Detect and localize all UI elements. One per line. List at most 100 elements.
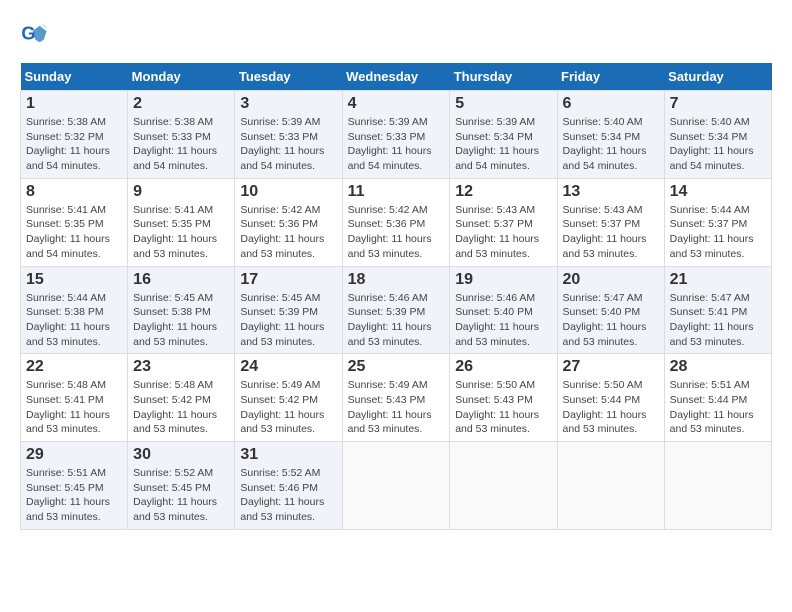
day-info: Sunrise: 5:51 AM Sunset: 5:45 PM Dayligh… bbox=[26, 466, 122, 525]
day-number: 13 bbox=[563, 183, 659, 201]
calendar-cell: 21 Sunrise: 5:47 AM Sunset: 5:41 PM Dayl… bbox=[664, 266, 771, 354]
day-number: 2 bbox=[133, 95, 229, 113]
logo: G bbox=[20, 20, 52, 48]
calendar-header-row: SundayMondayTuesdayWednesdayThursdayFrid… bbox=[21, 63, 772, 91]
col-header-tuesday: Tuesday bbox=[235, 63, 342, 91]
day-info: Sunrise: 5:44 AM Sunset: 5:38 PM Dayligh… bbox=[26, 291, 122, 350]
col-header-wednesday: Wednesday bbox=[342, 63, 450, 91]
day-number: 21 bbox=[670, 271, 766, 289]
day-info: Sunrise: 5:49 AM Sunset: 5:43 PM Dayligh… bbox=[348, 378, 445, 437]
day-number: 4 bbox=[348, 95, 445, 113]
day-info: Sunrise: 5:39 AM Sunset: 5:33 PM Dayligh… bbox=[240, 115, 336, 174]
day-number: 1 bbox=[26, 95, 122, 113]
logo-icon: G bbox=[20, 20, 48, 48]
day-info: Sunrise: 5:42 AM Sunset: 5:36 PM Dayligh… bbox=[240, 203, 336, 262]
day-info: Sunrise: 5:50 AM Sunset: 5:43 PM Dayligh… bbox=[455, 378, 551, 437]
day-number: 18 bbox=[348, 271, 445, 289]
calendar-cell: 20 Sunrise: 5:47 AM Sunset: 5:40 PM Dayl… bbox=[557, 266, 664, 354]
calendar-cell: 12 Sunrise: 5:43 AM Sunset: 5:37 PM Dayl… bbox=[450, 178, 557, 266]
calendar-cell: 24 Sunrise: 5:49 AM Sunset: 5:42 PM Dayl… bbox=[235, 354, 342, 442]
day-number: 29 bbox=[26, 446, 122, 464]
calendar-cell: 25 Sunrise: 5:49 AM Sunset: 5:43 PM Dayl… bbox=[342, 354, 450, 442]
calendar-cell: 19 Sunrise: 5:46 AM Sunset: 5:40 PM Dayl… bbox=[450, 266, 557, 354]
day-info: Sunrise: 5:50 AM Sunset: 5:44 PM Dayligh… bbox=[563, 378, 659, 437]
day-number: 23 bbox=[133, 358, 229, 376]
day-number: 10 bbox=[240, 183, 336, 201]
day-info: Sunrise: 5:45 AM Sunset: 5:39 PM Dayligh… bbox=[240, 291, 336, 350]
day-info: Sunrise: 5:42 AM Sunset: 5:36 PM Dayligh… bbox=[348, 203, 445, 262]
day-number: 22 bbox=[26, 358, 122, 376]
col-header-monday: Monday bbox=[128, 63, 235, 91]
day-number: 27 bbox=[563, 358, 659, 376]
calendar-week-row: 22 Sunrise: 5:48 AM Sunset: 5:41 PM Dayl… bbox=[21, 354, 772, 442]
day-info: Sunrise: 5:52 AM Sunset: 5:45 PM Dayligh… bbox=[133, 466, 229, 525]
day-number: 30 bbox=[133, 446, 229, 464]
calendar-cell bbox=[664, 442, 771, 530]
page-header: G bbox=[20, 20, 772, 48]
day-number: 24 bbox=[240, 358, 336, 376]
calendar-cell: 8 Sunrise: 5:41 AM Sunset: 5:35 PM Dayli… bbox=[21, 178, 128, 266]
day-number: 16 bbox=[133, 271, 229, 289]
day-info: Sunrise: 5:48 AM Sunset: 5:41 PM Dayligh… bbox=[26, 378, 122, 437]
calendar-cell: 3 Sunrise: 5:39 AM Sunset: 5:33 PM Dayli… bbox=[235, 91, 342, 179]
day-number: 19 bbox=[455, 271, 551, 289]
calendar-week-row: 29 Sunrise: 5:51 AM Sunset: 5:45 PM Dayl… bbox=[21, 442, 772, 530]
day-number: 5 bbox=[455, 95, 551, 113]
calendar-cell: 2 Sunrise: 5:38 AM Sunset: 5:33 PM Dayli… bbox=[128, 91, 235, 179]
day-number: 3 bbox=[240, 95, 336, 113]
day-info: Sunrise: 5:44 AM Sunset: 5:37 PM Dayligh… bbox=[670, 203, 766, 262]
calendar-cell: 4 Sunrise: 5:39 AM Sunset: 5:33 PM Dayli… bbox=[342, 91, 450, 179]
day-number: 8 bbox=[26, 183, 122, 201]
calendar-cell: 17 Sunrise: 5:45 AM Sunset: 5:39 PM Dayl… bbox=[235, 266, 342, 354]
calendar-cell: 14 Sunrise: 5:44 AM Sunset: 5:37 PM Dayl… bbox=[664, 178, 771, 266]
day-info: Sunrise: 5:47 AM Sunset: 5:40 PM Dayligh… bbox=[563, 291, 659, 350]
day-info: Sunrise: 5:38 AM Sunset: 5:32 PM Dayligh… bbox=[26, 115, 122, 174]
calendar-week-row: 1 Sunrise: 5:38 AM Sunset: 5:32 PM Dayli… bbox=[21, 91, 772, 179]
calendar-cell: 15 Sunrise: 5:44 AM Sunset: 5:38 PM Dayl… bbox=[21, 266, 128, 354]
day-info: Sunrise: 5:51 AM Sunset: 5:44 PM Dayligh… bbox=[670, 378, 766, 437]
day-info: Sunrise: 5:40 AM Sunset: 5:34 PM Dayligh… bbox=[670, 115, 766, 174]
calendar-cell: 11 Sunrise: 5:42 AM Sunset: 5:36 PM Dayl… bbox=[342, 178, 450, 266]
col-header-friday: Friday bbox=[557, 63, 664, 91]
calendar-cell: 13 Sunrise: 5:43 AM Sunset: 5:37 PM Dayl… bbox=[557, 178, 664, 266]
calendar-cell: 7 Sunrise: 5:40 AM Sunset: 5:34 PM Dayli… bbox=[664, 91, 771, 179]
calendar-cell: 26 Sunrise: 5:50 AM Sunset: 5:43 PM Dayl… bbox=[450, 354, 557, 442]
day-info: Sunrise: 5:40 AM Sunset: 5:34 PM Dayligh… bbox=[563, 115, 659, 174]
calendar-cell: 16 Sunrise: 5:45 AM Sunset: 5:38 PM Dayl… bbox=[128, 266, 235, 354]
day-info: Sunrise: 5:48 AM Sunset: 5:42 PM Dayligh… bbox=[133, 378, 229, 437]
calendar-cell: 6 Sunrise: 5:40 AM Sunset: 5:34 PM Dayli… bbox=[557, 91, 664, 179]
day-number: 25 bbox=[348, 358, 445, 376]
day-number: 26 bbox=[455, 358, 551, 376]
day-number: 9 bbox=[133, 183, 229, 201]
day-number: 20 bbox=[563, 271, 659, 289]
day-info: Sunrise: 5:46 AM Sunset: 5:39 PM Dayligh… bbox=[348, 291, 445, 350]
day-info: Sunrise: 5:41 AM Sunset: 5:35 PM Dayligh… bbox=[133, 203, 229, 262]
calendar-week-row: 8 Sunrise: 5:41 AM Sunset: 5:35 PM Dayli… bbox=[21, 178, 772, 266]
calendar-table: SundayMondayTuesdayWednesdayThursdayFrid… bbox=[20, 63, 772, 530]
calendar-cell bbox=[557, 442, 664, 530]
day-number: 14 bbox=[670, 183, 766, 201]
day-number: 28 bbox=[670, 358, 766, 376]
day-number: 12 bbox=[455, 183, 551, 201]
calendar-cell: 23 Sunrise: 5:48 AM Sunset: 5:42 PM Dayl… bbox=[128, 354, 235, 442]
day-info: Sunrise: 5:46 AM Sunset: 5:40 PM Dayligh… bbox=[455, 291, 551, 350]
day-info: Sunrise: 5:43 AM Sunset: 5:37 PM Dayligh… bbox=[563, 203, 659, 262]
day-number: 6 bbox=[563, 95, 659, 113]
calendar-cell: 29 Sunrise: 5:51 AM Sunset: 5:45 PM Dayl… bbox=[21, 442, 128, 530]
calendar-cell: 28 Sunrise: 5:51 AM Sunset: 5:44 PM Dayl… bbox=[664, 354, 771, 442]
day-number: 11 bbox=[348, 183, 445, 201]
day-number: 17 bbox=[240, 271, 336, 289]
col-header-thursday: Thursday bbox=[450, 63, 557, 91]
day-info: Sunrise: 5:39 AM Sunset: 5:33 PM Dayligh… bbox=[348, 115, 445, 174]
calendar-cell: 18 Sunrise: 5:46 AM Sunset: 5:39 PM Dayl… bbox=[342, 266, 450, 354]
day-info: Sunrise: 5:41 AM Sunset: 5:35 PM Dayligh… bbox=[26, 203, 122, 262]
col-header-saturday: Saturday bbox=[664, 63, 771, 91]
calendar-cell bbox=[342, 442, 450, 530]
calendar-week-row: 15 Sunrise: 5:44 AM Sunset: 5:38 PM Dayl… bbox=[21, 266, 772, 354]
calendar-cell: 22 Sunrise: 5:48 AM Sunset: 5:41 PM Dayl… bbox=[21, 354, 128, 442]
day-number: 15 bbox=[26, 271, 122, 289]
day-number: 7 bbox=[670, 95, 766, 113]
calendar-cell: 30 Sunrise: 5:52 AM Sunset: 5:45 PM Dayl… bbox=[128, 442, 235, 530]
calendar-cell: 5 Sunrise: 5:39 AM Sunset: 5:34 PM Dayli… bbox=[450, 91, 557, 179]
calendar-cell: 9 Sunrise: 5:41 AM Sunset: 5:35 PM Dayli… bbox=[128, 178, 235, 266]
